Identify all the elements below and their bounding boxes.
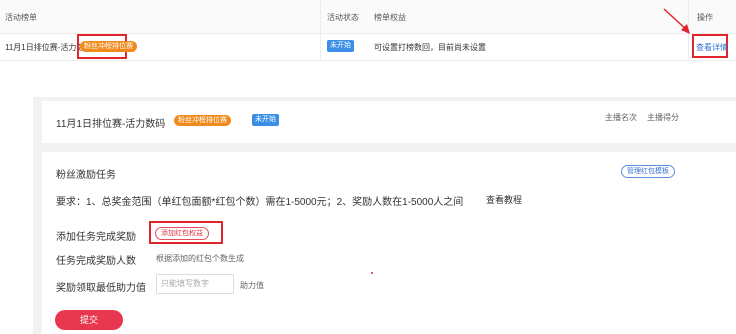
row-status-badge: 未开始 (327, 40, 354, 52)
min-assist-input[interactable]: 只能填写数字 (156, 274, 234, 294)
reward-count-hint: 根据添加的红包个数生成 (156, 254, 244, 263)
row-permission-text: 可设置打榜数回，目前尚未设置 (374, 43, 486, 52)
row-activity-tag: 粉丝冲榜排位赛 (80, 41, 137, 52)
incentive-card (42, 152, 736, 334)
header-activity-list: 活动榜单 (5, 13, 37, 22)
reward-count-label: 任务完成奖励人数 (56, 256, 136, 267)
add-redpacket-button[interactable]: 添加红包权益 (155, 227, 209, 240)
annotation-dot (371, 272, 373, 274)
header-list-permission: 榜单权益 (374, 13, 406, 22)
add-reward-label: 添加任务完成奖励 (56, 232, 136, 243)
view-details-link[interactable]: 查看详情 (696, 42, 728, 53)
submit-button[interactable]: 提交 (55, 310, 123, 330)
streamer-rank-label: 主播名次 (605, 113, 637, 122)
spacer (0, 62, 736, 97)
view-tutorial-link[interactable]: 查看教程 (486, 193, 522, 206)
min-assist-label: 奖励领取最低助力值 (56, 283, 146, 294)
manage-redpacket-template-button[interactable]: 管理红包模板 (621, 165, 675, 178)
table-header (0, 0, 736, 34)
incentive-title: 粉丝激励任务 (56, 170, 116, 181)
activity-tag: 粉丝冲榜排位赛 (174, 115, 231, 126)
header-activity-status: 活动状态 (327, 13, 359, 22)
header-actions: 操作 (697, 13, 713, 22)
annotation-arrow-icon (663, 8, 690, 34)
activity-status-badge: 未开始 (252, 114, 279, 126)
streamer-score-label: 主播得分 (647, 113, 679, 122)
min-assist-unit: 助力值 (240, 281, 264, 290)
column-divider (320, 0, 321, 60)
requirement-text: 要求：1、总奖金范围（单红包面额*红包个数）需在1-5000元；2、奖励人数在1… (56, 197, 464, 208)
activity-title: 11月1日排位赛-活力数码 (56, 119, 166, 130)
